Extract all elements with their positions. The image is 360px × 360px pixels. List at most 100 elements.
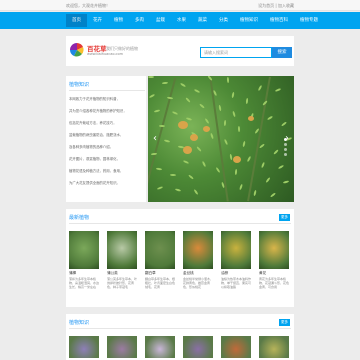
intro-line: 为广大花友提供全面的花卉知识。 bbox=[69, 181, 120, 185]
pinwheel-logo-icon[interactable] bbox=[69, 42, 85, 58]
intro-line: 本网致力于花卉植物的知识科普， bbox=[69, 97, 120, 101]
leaf bbox=[179, 82, 187, 88]
divider bbox=[69, 223, 291, 224]
leaf bbox=[260, 161, 266, 169]
leaf bbox=[153, 109, 161, 113]
intro-line: 盆栽植物的病虫害防治，施肥浇水， bbox=[69, 133, 124, 137]
plant-card[interactable]: 蒲公英 蒲公英多年生草本，叶倒卵状披针形，花黄色，种子带冠毛 bbox=[107, 231, 137, 293]
plant-name[interactable]: 黄花 bbox=[259, 271, 289, 276]
plant-name[interactable]: 油棕 bbox=[221, 271, 251, 276]
latest-plants-panel: 最新植物 更多 蒲棒 蒲棒为多年生草本植物，喜温暖湿润，水边生长，株高一米左右 蒲公… bbox=[66, 209, 294, 307]
leaf bbox=[237, 125, 241, 133]
top-links[interactable]: 设为首页 | 加入收藏 bbox=[258, 3, 294, 9]
plant-card[interactable]: 金丝桃 金丝桃半常绿小灌木，花鲜黄色，雄蕊金黄色，形似桃花 bbox=[183, 231, 213, 293]
leaf bbox=[148, 76, 154, 78]
leaf bbox=[199, 103, 205, 109]
nav-item[interactable]: 植物知识 bbox=[234, 14, 264, 27]
divider bbox=[69, 328, 291, 329]
plant-image[interactable] bbox=[69, 231, 99, 269]
more-button[interactable]: 更多 bbox=[279, 319, 290, 326]
knowledge-thumbnail[interactable] bbox=[221, 336, 251, 358]
leaf bbox=[171, 110, 179, 116]
leaf bbox=[239, 183, 243, 191]
plant-name[interactable]: 翻白草 bbox=[145, 271, 175, 276]
plant-image[interactable] bbox=[259, 231, 289, 269]
logo-url: www.baihuacao.com bbox=[87, 52, 124, 56]
seed-pod bbox=[203, 126, 210, 132]
knowledge-thumbnail[interactable] bbox=[107, 336, 137, 358]
plant-knowledge-panel: 植物知识 更多 bbox=[66, 314, 294, 360]
plant-image[interactable] bbox=[221, 231, 251, 269]
leaf bbox=[273, 149, 279, 155]
plant-desc: 金丝桃半常绿小灌木，花鲜黄色，雄蕊金黄色，形似桃花 bbox=[183, 277, 213, 289]
knowledge-thumbnail[interactable] bbox=[145, 336, 175, 358]
nav-item[interactable]: 蔬菜 bbox=[192, 14, 213, 27]
plant-image[interactable] bbox=[183, 231, 213, 269]
more-button[interactable]: 更多 bbox=[279, 214, 290, 221]
seed-pod bbox=[248, 116, 254, 121]
leaf bbox=[223, 138, 229, 146]
leaf bbox=[155, 167, 163, 171]
nav-item[interactable]: 水果 bbox=[171, 14, 192, 27]
knowledge-thumbnail[interactable] bbox=[259, 336, 289, 358]
leaf bbox=[174, 188, 182, 192]
knowledge-thumbnail[interactable] bbox=[183, 336, 213, 358]
plant-desc: 翻白草多年生草本，根粗壮，叶背面密生白色绒毛，花黄 bbox=[145, 277, 175, 289]
intro-title: 植物知识 bbox=[69, 82, 90, 88]
leaf bbox=[242, 140, 246, 148]
banner-slider[interactable]: ‹ › bbox=[148, 76, 294, 202]
tagline: 我们只做好的植物 bbox=[106, 46, 138, 51]
nav-item[interactable]: 分类 bbox=[213, 14, 234, 27]
leaf bbox=[163, 139, 171, 143]
leaf bbox=[257, 84, 263, 92]
leaf bbox=[282, 180, 290, 184]
prev-arrow-icon[interactable]: ‹ bbox=[150, 132, 160, 146]
leaf bbox=[277, 164, 285, 170]
leaf bbox=[274, 87, 282, 93]
plant-name[interactable]: 金丝桃 bbox=[183, 271, 213, 276]
nav-item[interactable]: 植物百科 bbox=[264, 14, 294, 27]
plant-card[interactable]: 翻白草 翻白草多年生草本，根粗壮，叶背面密生白色绒毛，花黄 bbox=[145, 231, 175, 293]
nav-item[interactable]: 植物 bbox=[108, 14, 129, 27]
slider-dot[interactable] bbox=[284, 153, 287, 156]
leaf bbox=[259, 143, 265, 149]
leaf bbox=[204, 117, 210, 125]
plant-card[interactable]: 油棕 油棕为热带木本油料作物，单干挺直，果实可以榨取油脂 bbox=[221, 231, 251, 293]
slider-dot[interactable] bbox=[284, 148, 287, 151]
intro-line: 花卉图片，观赏植物，园林绿化， bbox=[69, 157, 120, 161]
leaf bbox=[182, 159, 190, 165]
leaf bbox=[226, 76, 230, 84]
plant-card[interactable]: 蒲棒 蒲棒为多年生草本植物，喜温暖湿润，水边生长，株高一米左右 bbox=[69, 231, 99, 293]
branch bbox=[247, 76, 271, 202]
plant-desc: 黄花为多年生草本植物，花冠漏斗形，花色金黄，可食用 bbox=[259, 277, 289, 289]
slider-dot[interactable] bbox=[284, 143, 287, 146]
slider-dot[interactable] bbox=[284, 138, 287, 141]
plant-name[interactable]: 蒲棒 bbox=[69, 271, 99, 276]
leaf bbox=[188, 174, 194, 180]
leaf bbox=[201, 160, 207, 168]
plant-image[interactable] bbox=[107, 231, 137, 269]
leaf bbox=[231, 91, 235, 99]
plant-card[interactable]: 黄花 黄花为多年生草本植物，花冠漏斗形，花色金黄，可食用 bbox=[259, 231, 289, 293]
top-bar: 欢迎您，大观花卉植物！ 设为首页 | 加入收藏 bbox=[0, 0, 360, 11]
plant-desc: 油棕为热带木本油料作物，单干挺直，果实可以榨取油脂 bbox=[221, 277, 251, 289]
nav-item[interactable]: 花卉 bbox=[87, 14, 108, 27]
leaf bbox=[265, 177, 271, 183]
leaf bbox=[148, 93, 156, 99]
plant-desc: 蒲公英多年生草本，叶倒卵状披针形，花黄色，种子带冠毛 bbox=[107, 277, 137, 289]
plant-name[interactable]: 蒲公英 bbox=[107, 271, 137, 276]
seed-pod bbox=[183, 146, 192, 154]
plant-image[interactable] bbox=[145, 231, 175, 269]
nav-item[interactable]: 植物专题 bbox=[294, 14, 324, 27]
search-input[interactable]: 请输入搜索词 bbox=[200, 47, 272, 58]
leaf bbox=[218, 104, 222, 112]
plant-desc: 蒲棒为多年生草本植物，喜温暖湿润，水边生长，株高一米左右 bbox=[69, 277, 99, 289]
nav-item[interactable]: 盆栽 bbox=[150, 14, 171, 27]
search-button[interactable]: 搜索 bbox=[272, 47, 292, 58]
site-header: 百花草 www.baihuacao.com 我们只做好的植物 请输入搜索词 搜索 bbox=[66, 36, 294, 66]
nav-item[interactable]: 多肉 bbox=[129, 14, 150, 27]
nav-item[interactable]: 首页 bbox=[66, 14, 87, 27]
nav-list: 首页 花卉 植物 多肉 盆栽 水果 蔬菜 分类 植物知识 植物百科 植物专题 bbox=[66, 14, 324, 27]
knowledge-thumbnail[interactable] bbox=[69, 336, 99, 358]
seed-pod bbox=[190, 134, 198, 141]
